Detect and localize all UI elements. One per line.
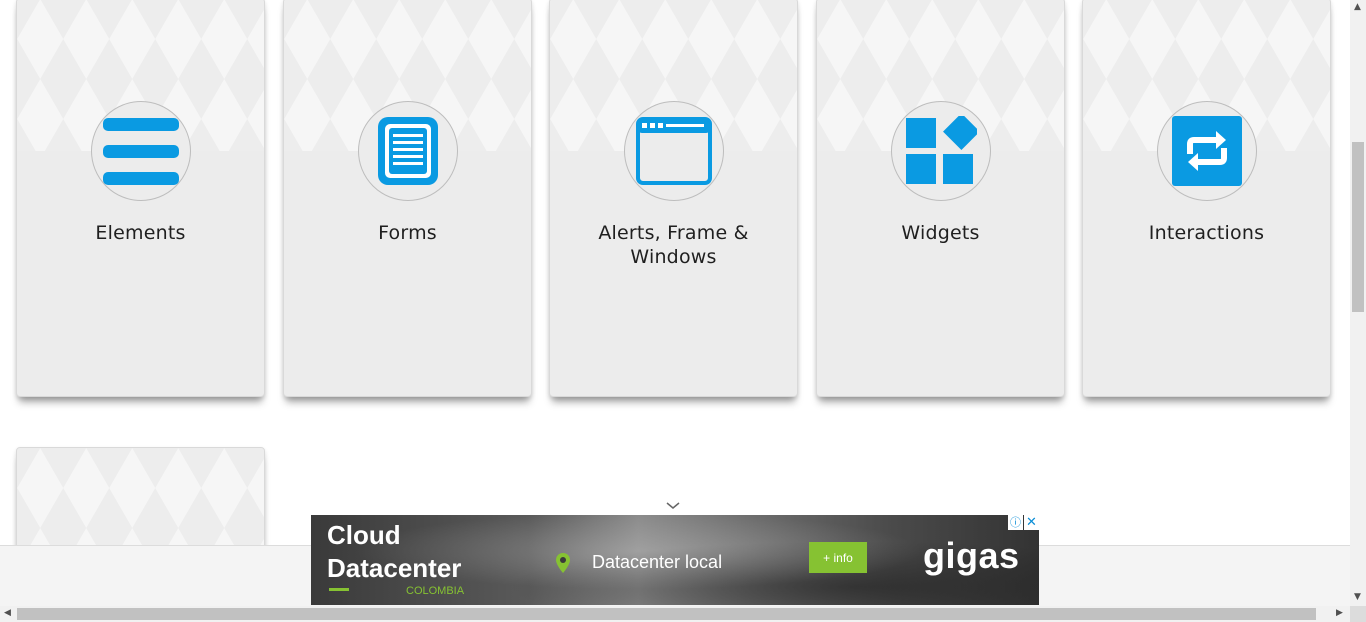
card-widgets[interactable]: Widgets — [816, 0, 1065, 397]
card-title: Interactions — [1148, 222, 1265, 244]
ad-headline-line1: Cloud — [327, 520, 401, 550]
card-interactions[interactable]: Interactions — [1082, 0, 1331, 397]
ad-accent-line — [329, 588, 349, 591]
card-title: Elements — [95, 222, 186, 244]
ad-close-icon[interactable]: ✕ — [1024, 515, 1039, 530]
ad-headline: Cloud Datacenter — [327, 519, 461, 585]
vertical-scrollbar-thumb[interactable] — [1352, 142, 1364, 312]
card-alerts-frame-windows[interactable]: Alerts, Frame & Windows — [549, 0, 798, 397]
ad-brand-logo: gigas — [923, 535, 1020, 576]
chevron-down-icon[interactable] — [664, 500, 682, 512]
swap-arrows-icon — [1171, 116, 1242, 186]
card-avatar — [1156, 101, 1257, 201]
browser-window-icon — [635, 117, 712, 185]
ad-banner[interactable]: Cloud Datacenter COLOMBIA Datacenter loc… — [311, 515, 1039, 605]
ad-location-text: Datacenter local — [592, 552, 723, 572]
scrollbar-corner — [1350, 606, 1366, 622]
card-title: Forms — [378, 222, 437, 244]
scroll-left-arrow-icon[interactable]: ◀ — [4, 608, 11, 618]
card-title: Alerts, Frame & Windows — [598, 222, 749, 268]
document-form-icon — [377, 117, 438, 185]
ad-info-icon[interactable]: ⓘ — [1008, 515, 1023, 530]
horizontal-scrollbar-thumb[interactable] — [17, 608, 1316, 620]
ad-country: COLOMBIA — [406, 585, 465, 597]
ad-more-info-button[interactable]: + info — [809, 542, 867, 573]
scroll-down-arrow-icon[interactable]: ▼ — [1354, 592, 1361, 602]
card-avatar — [90, 101, 191, 201]
card-elements[interactable]: Elements — [16, 0, 265, 397]
card-avatar — [357, 101, 458, 201]
card-forms[interactable]: Forms — [283, 0, 532, 397]
card-avatar — [623, 101, 724, 201]
card-avatar — [890, 101, 991, 201]
widget-blocks-icon — [905, 116, 977, 184]
hamburger-list-icon — [102, 118, 179, 185]
location-pin-icon — [556, 553, 570, 573]
ad-headline-line2: Datacenter — [327, 553, 462, 583]
card-title: Widgets — [901, 222, 980, 244]
scroll-up-arrow-icon[interactable]: ▲ — [1354, 2, 1361, 12]
scroll-right-arrow-icon[interactable]: ▶ — [1336, 608, 1343, 618]
